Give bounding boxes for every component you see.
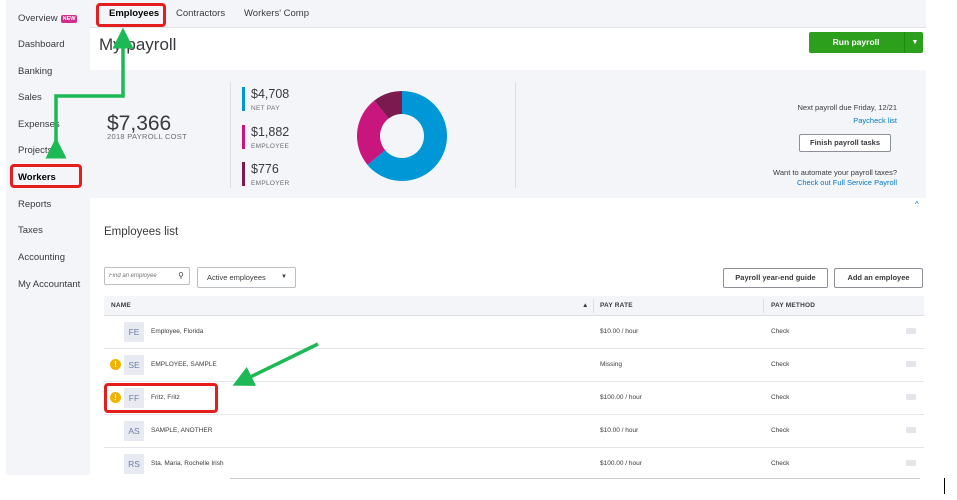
finish-payroll-tasks-button[interactable]: Finish payroll tasks: [799, 134, 891, 152]
filter-value: Active employees: [207, 273, 266, 282]
employer-tax-value: $776: [251, 162, 279, 176]
avatar: RS: [124, 454, 144, 474]
employee-search[interactable]: ⚲: [104, 267, 190, 285]
total-payroll-cost-label: 2018 PAYROLL COST: [107, 132, 187, 141]
table-row[interactable]: FE Employee, Florida $10.00 / hour Check: [104, 316, 924, 349]
tab-bar: Employees Contractors Workers' Comp: [90, 0, 926, 28]
employee-name-link[interactable]: SAMPLE, ANOTHER: [151, 427, 212, 434]
pay-method: Check: [771, 427, 790, 434]
search-icon[interactable]: ⚲: [178, 271, 184, 280]
pay-method: Check: [771, 328, 790, 335]
pay-method: Check: [771, 460, 790, 467]
employee-status-filter[interactable]: Active employees ▼: [197, 267, 296, 288]
pay-rate: $100.00 / hour: [600, 460, 642, 467]
column-header-pay-rate[interactable]: PAY RATE: [600, 302, 633, 309]
run-payroll-button[interactable]: Run payroll ▼: [809, 32, 923, 53]
table-row[interactable]: AS SAMPLE, ANOTHER $10.00 / hour Check: [104, 415, 924, 448]
column-divider: [763, 299, 764, 313]
payroll-donut-chart: [357, 91, 447, 181]
row-action-icon[interactable]: [906, 394, 916, 400]
column-divider: [593, 299, 594, 313]
nav-item-banking[interactable]: Banking: [18, 66, 52, 77]
nav-item-overview[interactable]: Overview NEW: [18, 13, 78, 24]
row-action-icon[interactable]: [906, 361, 916, 367]
paycheck-list-link-text: Paycheck list: [853, 116, 897, 125]
full-service-link-text: Check out Full Service Payroll: [796, 178, 897, 187]
divider: [515, 82, 516, 188]
table-bottom-border: [230, 478, 920, 479]
paycheck-list-link[interactable]: Paycheck list: [853, 110, 897, 128]
table-row[interactable]: ! FF Fritz, Fritz $100.00 / hour Check: [104, 382, 924, 415]
add-employee-button[interactable]: Add an employee: [834, 268, 923, 288]
new-badge: NEW: [60, 15, 78, 23]
button-divider: [904, 32, 905, 53]
table-row[interactable]: ! SE EMPLOYEE, SAMPLE Missing Check: [104, 349, 924, 382]
row-action-icon[interactable]: [906, 460, 916, 466]
pay-method: Check: [771, 394, 790, 401]
employees-table-header: NAME ▲ PAY RATE PAY METHOD: [104, 296, 924, 316]
full-service-link[interactable]: Check out Full Service Payroll: [797, 172, 897, 190]
employee-name-link[interactable]: EMPLOYEE, SAMPLE: [151, 361, 217, 368]
row-action-icon[interactable]: [906, 427, 916, 433]
text-cursor: [944, 478, 945, 494]
nav-item-projects[interactable]: Projects: [18, 145, 52, 156]
left-nav: Overview NEW Dashboard Banking Sales Expe…: [6, 0, 90, 475]
avatar: AS: [124, 421, 144, 441]
nav-item-reports[interactable]: Reports: [18, 199, 51, 210]
payroll-year-end-guide-button[interactable]: Payroll year-end guide: [723, 268, 828, 288]
pay-rate: $100.00 / hour: [600, 394, 642, 401]
nav-item-sales[interactable]: Sales: [18, 92, 42, 103]
employer-tax-color-bar: [242, 162, 245, 186]
warning-icon: !: [110, 359, 121, 370]
run-payroll-label: Run payroll: [832, 37, 880, 47]
avatar: FE: [124, 322, 144, 342]
employee-tax-color-bar: [242, 125, 245, 149]
avatar: SE: [124, 355, 144, 375]
pay-method: Check: [771, 361, 790, 368]
page-title: My payroll: [99, 35, 177, 54]
payroll-summary: $7,366 2018 PAYROLL COST $4,708 NET PAY …: [90, 70, 926, 198]
divider: [230, 82, 231, 188]
tab-workers-comp[interactable]: Workers' Comp: [244, 8, 309, 19]
net-pay-color-bar: [242, 87, 245, 111]
nav-item-label: Overview: [18, 13, 58, 24]
pay-rate: $10.00 / hour: [600, 328, 639, 335]
employee-name-link[interactable]: Sta. Maria, Rochelle Irish: [151, 460, 224, 467]
employee-tax-value: $1,882: [251, 125, 290, 139]
nav-item-expenses[interactable]: Expenses: [18, 119, 60, 130]
nav-item-dashboard[interactable]: Dashboard: [18, 39, 64, 50]
column-header-pay-method[interactable]: PAY METHOD: [771, 302, 815, 309]
employee-tax-label: EMPLOYEE: [251, 143, 290, 150]
net-pay-value: $4,708: [251, 87, 290, 101]
pay-rate: Missing: [600, 361, 623, 368]
collapse-caret-icon[interactable]: ^: [915, 200, 919, 209]
highlight-workers-nav: [10, 164, 82, 188]
chevron-down-icon: ▼: [281, 274, 287, 280]
nav-item-accounting[interactable]: Accounting: [18, 252, 65, 263]
column-header-name[interactable]: NAME: [111, 302, 131, 309]
employee-name-link[interactable]: Employee, Florida: [151, 328, 203, 335]
net-pay-label: NET PAY: [251, 105, 280, 112]
employee-search-input[interactable]: [109, 270, 175, 282]
table-row[interactable]: RS Sta. Maria, Rochelle Irish $100.00 / …: [104, 448, 924, 481]
employees-list-title: Employees list: [104, 226, 179, 238]
nav-item-my-accountant[interactable]: My Accountant: [18, 279, 80, 290]
tab-contractors[interactable]: Contractors: [176, 8, 225, 19]
nav-item-taxes[interactable]: Taxes: [18, 225, 43, 236]
pay-rate: $10.00 / hour: [600, 427, 639, 434]
highlight-employees-tab: [96, 3, 166, 27]
row-action-icon[interactable]: [906, 328, 916, 334]
sort-arrow-icon[interactable]: ▲: [582, 302, 588, 309]
highlight-fritz-row: [104, 383, 218, 413]
dropdown-caret-icon[interactable]: ▼: [908, 32, 922, 53]
employer-tax-label: EMPLOYER: [251, 180, 290, 187]
